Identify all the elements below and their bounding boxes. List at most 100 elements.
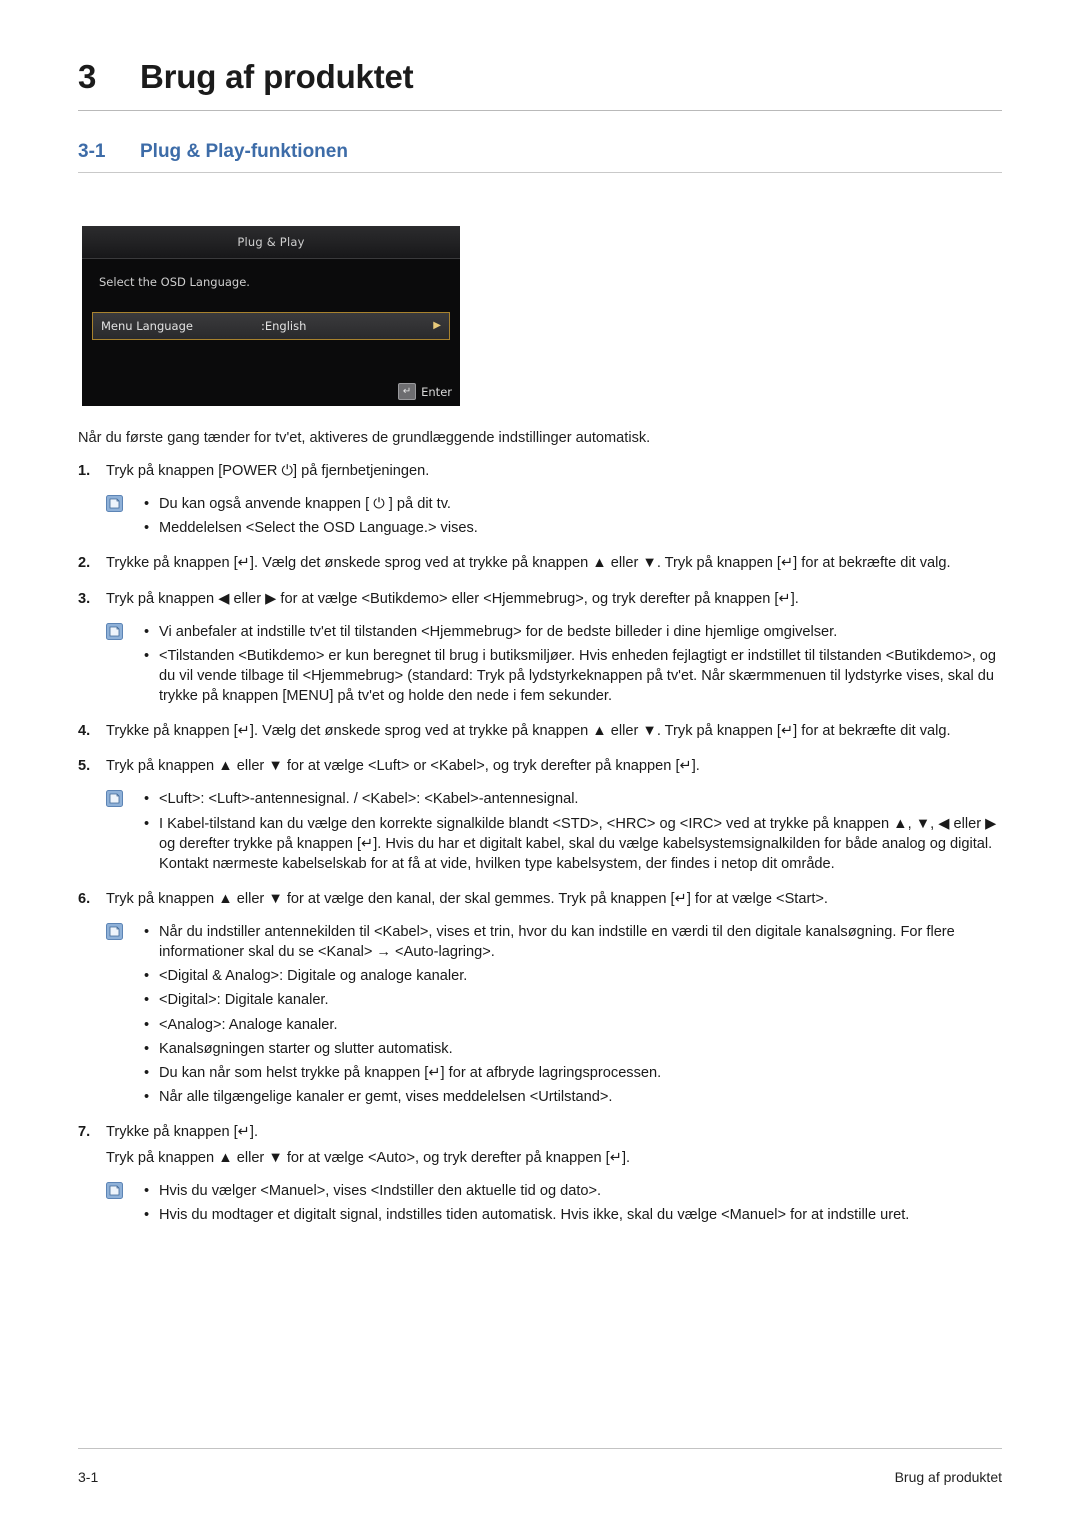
step-1-number: 1.: [78, 463, 91, 479]
note-icon: [106, 622, 123, 640]
note-list-3: • <Luft>: <Luft>-antennesignal. / <Kabel…: [106, 789, 1002, 874]
note-item: • <Analog>: Analoge kanaler.: [106, 1015, 1002, 1035]
bullet-icon: •: [144, 1207, 150, 1224]
step-7-number: 7.: [78, 1124, 91, 1140]
osd-menu-language-value: :English: [261, 319, 307, 333]
osd-enter-label: Enter: [421, 384, 452, 399]
note-icon: [106, 923, 123, 940]
osd-subtitle: Select the OSD Language.: [99, 275, 250, 289]
step-7: 7. Trykke på knappen [↵].: [78, 1122, 1002, 1142]
step-7-extra-spacer: [78, 1148, 106, 1168]
note-item: • Vi anbefaler at indstille tv'et til ti…: [106, 622, 1002, 642]
note-item: • <Digital>: Digitale kanaler.: [106, 990, 1002, 1010]
chapter-number: 3: [78, 58, 97, 95]
step-4-text: Trykke på knappen [↵]. Vælg det ønskede …: [106, 723, 951, 740]
intro-paragraph: Når du første gang tænder for tv'et, akt…: [78, 430, 651, 446]
note-text: Hvis du modtager et digitalt signal, ind…: [159, 1207, 910, 1224]
note-text: <Luft>: <Luft>-antennesignal. / <Kabel>:…: [159, 791, 579, 808]
note-item: • Hvis du modtager et digitalt signal, i…: [106, 1205, 1002, 1225]
section-divider: [78, 172, 1002, 173]
step-5: 5. Tryk på knappen ▲ eller ▼ for at vælg…: [78, 756, 1002, 776]
note-text: <Digital>: Digitale kanaler.: [159, 992, 329, 1009]
note-group-1: • Du kan også anvende knappen [ ⏻ ] på d…: [106, 494, 1002, 538]
page-footer: 3-1 Brug af produktet: [78, 1469, 1002, 1485]
bullet-icon: •: [144, 647, 150, 664]
note-icon: [106, 790, 123, 808]
note-item: • <Luft>: <Luft>-antennesignal. / <Kabel…: [106, 789, 1002, 809]
bullet-icon: •: [144, 968, 150, 985]
note-item: • Når alle tilgængelige kanaler er gemt,…: [106, 1087, 1002, 1107]
step-7-text: Trykke på knappen [↵].: [106, 1124, 259, 1140]
note-text: Kanalsøgningen starter og slutter automa…: [159, 1040, 453, 1057]
note-text: Du kan når som helst trykke på knappen […: [159, 1064, 662, 1081]
note-item: • Hvis du vælger <Manuel>, vises <Indsti…: [106, 1181, 1002, 1201]
bullet-icon: •: [144, 1016, 150, 1033]
section-heading: 3-1 Plug & Play-funktionen: [78, 141, 1002, 163]
note-group-5: • Hvis du vælger <Manuel>, vises <Indsti…: [106, 1181, 1002, 1225]
step-2-number: 2.: [78, 555, 91, 572]
note-item: • <Tilstanden <Butikdemo> er kun beregne…: [106, 646, 1002, 706]
document-page: 3 Brug af produktet 3-1 Plug & Play-funk…: [0, 0, 1080, 1527]
step-1-text: Tryk på knappen [POWER ⏻] på fjernbetjen…: [106, 463, 430, 479]
enter-key-icon: ↵: [398, 383, 417, 400]
step-7-extra: Tryk på knappen ▲ eller ▼ for at vælge <…: [78, 1148, 1002, 1168]
note-item: • I Kabel-tilstand kan du vælge den korr…: [106, 814, 1002, 874]
section-title: Plug & Play-funktionen: [140, 141, 348, 162]
bullet-icon: •: [144, 791, 150, 808]
step-6-text: Tryk på knappen ▲ eller ▼ for at vælge d…: [106, 890, 828, 907]
bullet-icon: •: [144, 924, 150, 940]
step-7-extra-text: Tryk på knappen ▲ eller ▼ for at vælge <…: [106, 1150, 631, 1167]
note-text: <Digital & Analog>: Digitale og analoge …: [159, 968, 468, 985]
note-text: I Kabel-tilstand kan du vælge den korrek…: [159, 815, 997, 872]
bullet-icon: •: [144, 815, 150, 832]
note-item: • Du kan når som helst trykke på knappen…: [106, 1063, 1002, 1083]
osd-menu-language-label: Menu Language: [101, 319, 193, 333]
chapter-title: Brug af produktet: [140, 58, 414, 95]
osd-screen: Plug & Play Select the OSD Language. Men…: [82, 226, 460, 406]
note-text: Du kan også anvende knappen [ ⏻ ] på dit…: [159, 496, 451, 513]
step-6-number: 6.: [78, 890, 91, 907]
footer-page-number: 3-1: [78, 1469, 99, 1485]
step-2-text: Trykke på knappen [↵]. Vælg det ønskede …: [106, 555, 951, 572]
footer-divider: [78, 1448, 1002, 1449]
note-item: • Meddelelsen <Select the OSD Language.>…: [106, 518, 1002, 538]
bullet-icon: •: [144, 1088, 150, 1105]
chapter-divider: [78, 110, 1002, 111]
note-item: • Kanalsøgningen starter og slutter auto…: [106, 1039, 1002, 1059]
step-2: 2. Trykke på knappen [↵]. Vælg det ønske…: [78, 553, 1002, 573]
step-3-text: Tryk på knappen ◀ eller ▶ for at vælge <…: [106, 590, 799, 607]
note-group-2: • Vi anbefaler at indstille tv'et til ti…: [106, 622, 1002, 707]
bullet-icon: •: [144, 992, 150, 1009]
osd-menu-language-row[interactable]: Menu Language :English ▶: [92, 312, 450, 340]
step-4-number: 4.: [78, 723, 91, 740]
note-list-5: • Hvis du vælger <Manuel>, vises <Indsti…: [106, 1181, 1002, 1225]
note-group-4: • Når du indstiller antennekilden til <K…: [106, 922, 1002, 1107]
osd-figure: Plug & Play Select the OSD Language. Men…: [82, 226, 1002, 406]
note-item: • <Digital & Analog>: Digitale og analog…: [106, 966, 1002, 986]
note-list-4: • Når du indstiller antennekilden til <K…: [106, 922, 1002, 1107]
note-text: Vi anbefaler at indstille tv'et til tils…: [159, 623, 838, 640]
note-text: <Analog>: Analoge kanaler.: [159, 1016, 338, 1033]
note-text: <Tilstanden <Butikdemo> er kun beregnet …: [159, 647, 997, 704]
bullet-icon: •: [144, 520, 150, 537]
section-number: 3-1: [78, 141, 106, 162]
bullet-icon: •: [144, 623, 150, 640]
note-text: Når alle tilgængelige kanaler er gemt, v…: [159, 1088, 613, 1105]
note-text: Når du indstiller antennekilden til <Kab…: [159, 924, 955, 961]
bullet-icon: •: [144, 1064, 150, 1081]
note-item: • Når du indstiller antennekilden til <K…: [106, 922, 1002, 962]
bullet-icon: •: [144, 1040, 150, 1057]
step-6: 6. Tryk på knappen ▲ eller ▼ for at vælg…: [78, 889, 1002, 909]
note-icon: [106, 495, 123, 513]
note-item: • Du kan også anvende knappen [ ⏻ ] på d…: [106, 494, 1002, 514]
chevron-right-icon: ▶: [433, 320, 441, 331]
osd-footer: ↵ Enter: [398, 383, 452, 400]
step-4: 4. Trykke på knappen [↵]. Vælg det ønske…: [78, 721, 1002, 741]
bullet-icon: •: [144, 496, 150, 513]
note-text: Hvis du vælger <Manuel>, vises <Indstill…: [159, 1183, 602, 1200]
step-3: 3. Tryk på knappen ◀ eller ▶ for at vælg…: [78, 589, 1002, 609]
step-5-number: 5.: [78, 758, 91, 775]
note-list-1: • Du kan også anvende knappen [ ⏻ ] på d…: [106, 494, 1002, 538]
osd-title: Plug & Play: [237, 235, 305, 249]
step-3-number: 3.: [78, 590, 91, 607]
